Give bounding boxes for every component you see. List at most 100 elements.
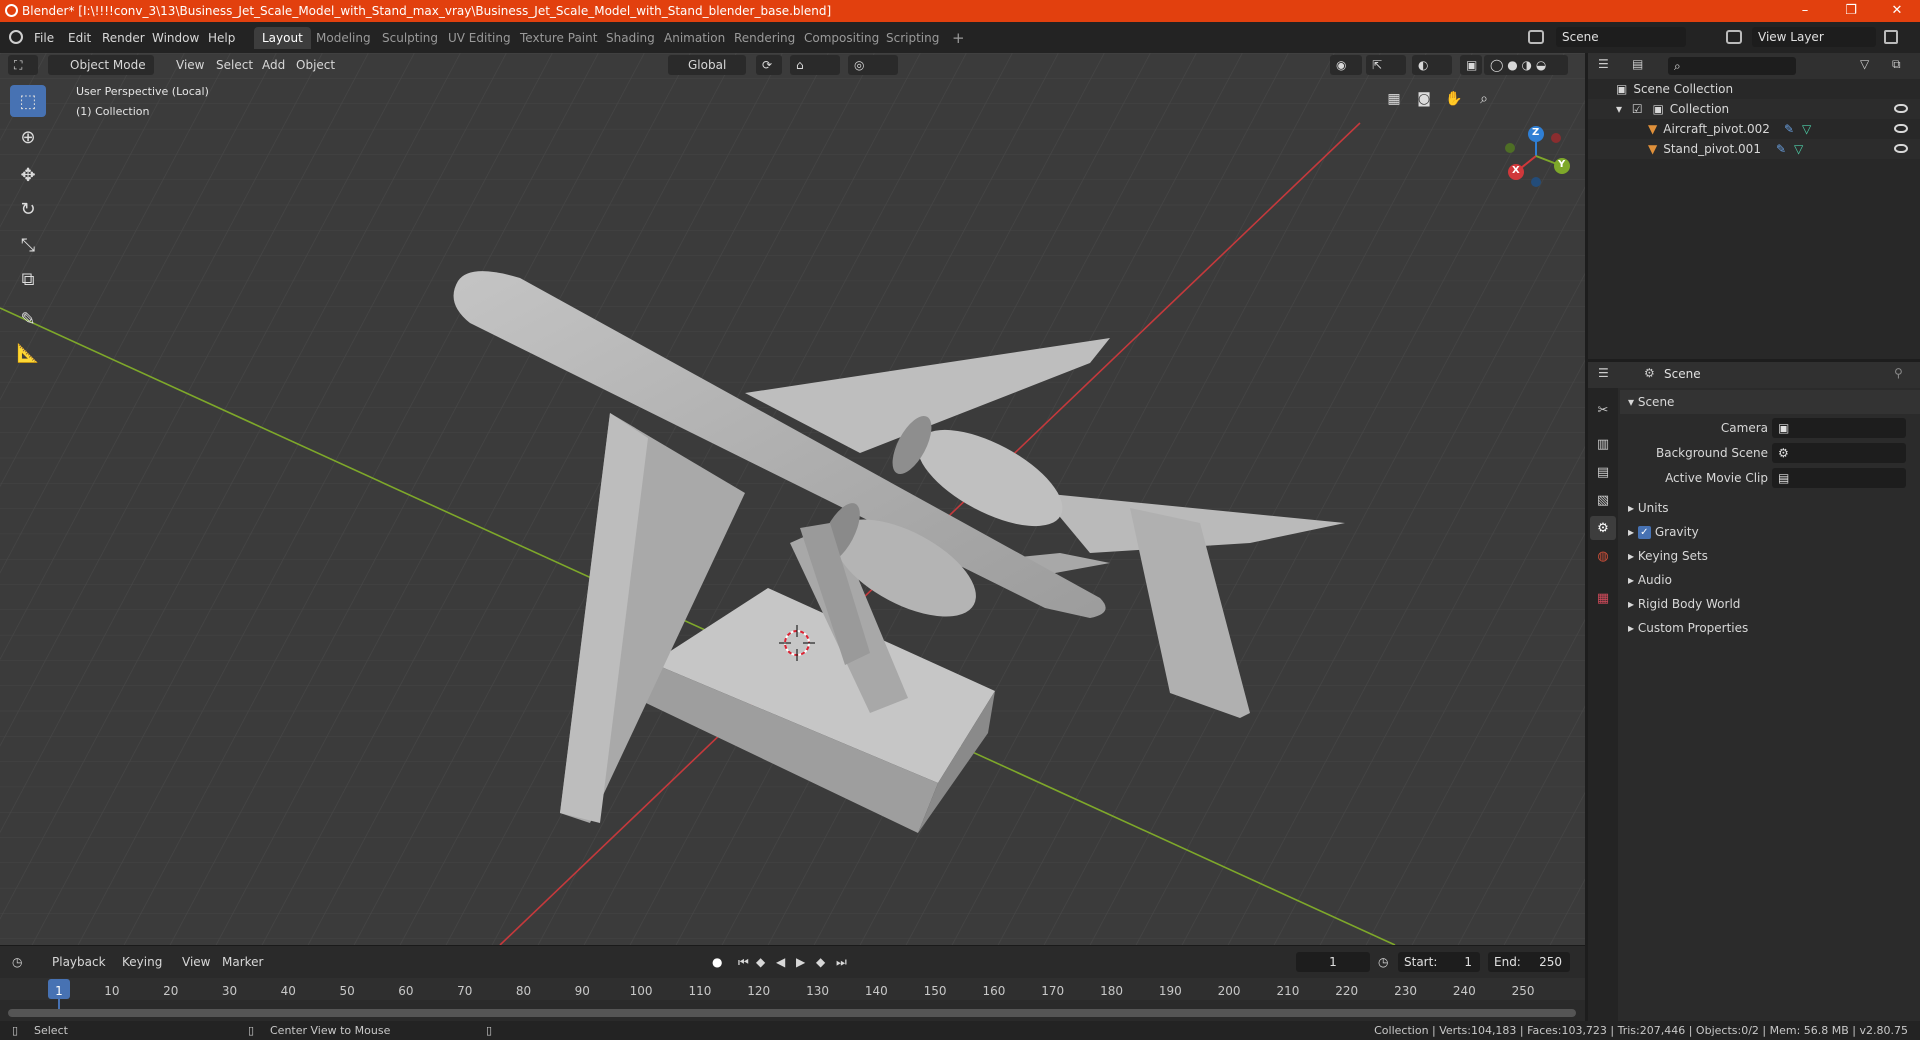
view-layer-tab-icon[interactable]: ▧ bbox=[1590, 488, 1616, 512]
prev-keyframe-button[interactable]: ◆ bbox=[756, 952, 765, 972]
move-tool-icon[interactable]: ✥ bbox=[10, 159, 46, 191]
pivot-icon[interactable]: ⟳ bbox=[756, 55, 782, 75]
camera-view-icon[interactable]: ◙ bbox=[1412, 87, 1436, 111]
editor-type-icon[interactable]: ⛶ bbox=[8, 55, 38, 75]
transform-orientation-dropdown[interactable]: Global bbox=[668, 55, 746, 75]
scene-panel-header[interactable]: ▾ Scene bbox=[1620, 390, 1920, 414]
menu-object[interactable]: Object bbox=[290, 55, 341, 75]
render-tab-icon[interactable]: ▥ bbox=[1590, 432, 1616, 456]
tab-scripting[interactable]: Scripting bbox=[878, 27, 947, 49]
gravity-panel-header[interactable]: ▸ ✓ Gravity bbox=[1620, 520, 1920, 544]
scene-field[interactable]: Scene bbox=[1556, 27, 1686, 47]
tab-sculpting[interactable]: Sculpting bbox=[374, 27, 446, 49]
menu-keying[interactable]: Keying bbox=[122, 952, 162, 972]
tab-compositing[interactable]: Compositing bbox=[796, 27, 887, 49]
frame-clock-icon[interactable]: ◷ bbox=[1378, 952, 1388, 972]
properties-editor-type-icon[interactable]: ☰ bbox=[1598, 366, 1609, 380]
menu-select[interactable]: Select bbox=[210, 55, 259, 75]
view-layer-icon[interactable] bbox=[1726, 30, 1742, 44]
outliner-row-scene-collection[interactable]: ▣ Scene Collection bbox=[1588, 79, 1920, 99]
gizmo-y-label[interactable]: Y bbox=[1558, 159, 1565, 170]
outliner-search-input[interactable]: ⌕ bbox=[1668, 57, 1796, 75]
annotate-tool-icon[interactable]: ✎ bbox=[10, 303, 46, 335]
tab-shading[interactable]: Shading bbox=[598, 27, 663, 49]
add-workspace-button[interactable]: + bbox=[944, 27, 973, 49]
scene-selector-icon[interactable] bbox=[1528, 30, 1544, 44]
audio-panel-header[interactable]: ▸ Audio bbox=[1620, 568, 1920, 592]
timeline-editor-type-icon[interactable]: ◷ bbox=[12, 952, 38, 972]
select-box-tool-icon[interactable]: ⬚ bbox=[10, 85, 46, 117]
eye-icon[interactable] bbox=[1894, 124, 1908, 133]
next-keyframe-button[interactable]: ◆ bbox=[816, 952, 825, 972]
jump-start-button[interactable]: ⏮ bbox=[738, 952, 749, 972]
scene-tab-icon[interactable]: ⚙ bbox=[1590, 516, 1616, 540]
start-frame-field[interactable]: Start: 1 bbox=[1398, 952, 1480, 972]
current-frame-field[interactable]: 1 bbox=[1296, 952, 1370, 972]
mesh-data-icon[interactable]: ▽ bbox=[1794, 139, 1803, 159]
background-scene-field[interactable]: ⚙ bbox=[1772, 443, 1906, 463]
menu-file[interactable]: File bbox=[34, 28, 54, 48]
shading-modes-icon[interactable]: ◯ ● ◑ ◒ bbox=[1484, 55, 1568, 75]
menu-timeline-view[interactable]: View bbox=[182, 952, 210, 972]
pan-hand-icon[interactable]: ✋ bbox=[1442, 87, 1466, 111]
play-reverse-button[interactable]: ◀ bbox=[776, 952, 785, 972]
outliner-row-object[interactable]: ▼ Aircraft_pivot.002 ✎ ▽ bbox=[1588, 119, 1920, 139]
overlay-toggle-icon[interactable]: ◐ bbox=[1412, 55, 1452, 75]
eye-icon[interactable] bbox=[1894, 144, 1908, 153]
rigid-body-world-panel-header[interactable]: ▸ Rigid Body World bbox=[1620, 592, 1920, 616]
proportional-edit-icon[interactable]: ◎ bbox=[848, 55, 898, 75]
outliner-row-collection[interactable]: ▾ ☑ ▣ Collection bbox=[1588, 99, 1920, 119]
new-collection-icon[interactable]: ⧉ bbox=[1892, 57, 1901, 72]
xray-icon[interactable]: ▣ bbox=[1460, 55, 1482, 75]
keying-sets-panel-header[interactable]: ▸ Keying Sets bbox=[1620, 544, 1920, 568]
snap-icon[interactable]: ⌂ bbox=[790, 55, 840, 75]
measure-tool-icon[interactable]: 📐 bbox=[10, 337, 46, 369]
outliner-editor-type-icon[interactable]: ☰ bbox=[1598, 57, 1624, 75]
pin-icon[interactable]: ⚲ bbox=[1894, 366, 1903, 380]
units-panel-header[interactable]: ▸ Units bbox=[1620, 496, 1920, 520]
gravity-checkbox[interactable]: ✓ bbox=[1637, 526, 1651, 539]
gizmo-z-label[interactable]: Z bbox=[1532, 127, 1539, 138]
jump-end-button[interactable]: ⏭ bbox=[836, 952, 847, 972]
blender-menu-icon[interactable] bbox=[9, 30, 23, 44]
menu-help[interactable]: Help bbox=[208, 28, 235, 48]
tab-uv-editing[interactable]: UV Editing bbox=[440, 27, 519, 49]
tool-tab-icon[interactable]: ✂ bbox=[1590, 398, 1616, 422]
cursor-tool-icon[interactable]: ⊕ bbox=[10, 121, 46, 153]
scale-tool-icon[interactable]: ⤡ bbox=[10, 229, 46, 261]
menu-marker[interactable]: Marker bbox=[222, 952, 263, 972]
menu-window[interactable]: Window bbox=[152, 28, 199, 48]
transform-tool-icon[interactable]: ⧉ bbox=[10, 263, 46, 295]
record-button[interactable]: ● bbox=[712, 952, 722, 972]
mode-dropdown[interactable]: Object Mode bbox=[48, 55, 154, 75]
filter-icon[interactable]: ▽ bbox=[1860, 57, 1869, 71]
tab-rendering[interactable]: Rendering bbox=[726, 27, 803, 49]
view-layer-field[interactable]: View Layer bbox=[1752, 27, 1876, 47]
timeline-scrollbar[interactable] bbox=[8, 1009, 1576, 1017]
minimize-button[interactable]: – bbox=[1782, 0, 1828, 22]
world-tab-icon[interactable]: ◍ bbox=[1590, 544, 1616, 568]
play-button[interactable]: ▶ bbox=[796, 952, 805, 972]
3d-viewport[interactable]: Z X Y ⛶ Object Mode View Select Add Obje… bbox=[0, 53, 1585, 945]
tab-animation[interactable]: Animation bbox=[656, 27, 733, 49]
camera-field[interactable]: ▣ bbox=[1772, 418, 1906, 438]
tab-layout[interactable]: Layout bbox=[254, 27, 311, 49]
gizmo-toggle-icon[interactable]: ⇱ bbox=[1366, 55, 1406, 75]
display-mode-icon[interactable]: ▤ bbox=[1632, 57, 1658, 75]
new-view-layer-icon[interactable] bbox=[1884, 30, 1898, 44]
active-clip-field[interactable]: ▤ bbox=[1772, 468, 1906, 488]
zoom-icon[interactable]: ⌕ bbox=[1472, 87, 1496, 111]
menu-add[interactable]: Add bbox=[256, 55, 291, 75]
tab-texture-paint[interactable]: Texture Paint bbox=[512, 27, 605, 49]
eye-icon[interactable] bbox=[1894, 104, 1908, 113]
custom-properties-panel-header[interactable]: ▸ Custom Properties bbox=[1620, 616, 1920, 640]
modifier-wrench-icon[interactable]: ✎ bbox=[1776, 139, 1786, 159]
gizmo-x-label[interactable]: X bbox=[1512, 165, 1520, 176]
end-frame-field[interactable]: End: 250 bbox=[1488, 952, 1570, 972]
menu-edit[interactable]: Edit bbox=[68, 28, 91, 48]
texture-tab-icon[interactable]: ▦ bbox=[1590, 586, 1616, 610]
toggle-camera-grid-icon[interactable]: ▦ bbox=[1382, 87, 1406, 111]
tab-modeling[interactable]: Modeling bbox=[308, 27, 379, 49]
menu-playback[interactable]: Playback bbox=[52, 952, 106, 972]
close-button[interactable]: ✕ bbox=[1874, 0, 1920, 22]
